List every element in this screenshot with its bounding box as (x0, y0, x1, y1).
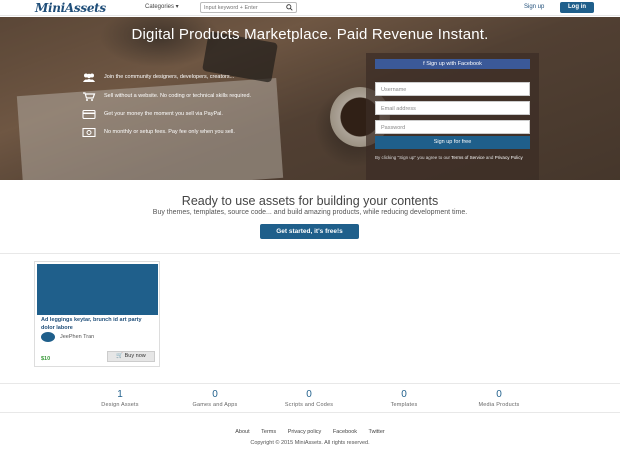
site-logo[interactable]: MiniAssets (35, 1, 106, 15)
search-box[interactable] (200, 2, 297, 13)
avatar (41, 332, 55, 342)
facebook-signup-button[interactable]: f Sign up with Facebook (375, 59, 530, 69)
stat-design-assets[interactable]: 1 Design Assets (70, 389, 170, 408)
ready-title: Ready to use assets for building your co… (0, 194, 620, 208)
product-author[interactable]: JeePhen Tran (60, 334, 94, 340)
money-icon (82, 128, 96, 137)
signup-submit-button[interactable]: Sign up for free (375, 136, 530, 149)
divider (0, 412, 620, 413)
search-icon[interactable] (286, 4, 293, 11)
product-price: $10 (41, 356, 50, 362)
product-card[interactable]: Ad leggings keytar, brunch id art party … (34, 261, 160, 367)
footer-links: About Terms Privacy policy Facebook Twit… (0, 429, 620, 435)
hero-section: Digital Products Marketplace. Paid Reven… (0, 17, 620, 180)
stat-games-apps[interactable]: 0 Games and Apps (165, 389, 265, 408)
privacy-link[interactable]: Privacy Policy (495, 155, 523, 160)
copyright: Copyright © 2015 MiniAssets. All rights … (0, 440, 620, 446)
footer-link-terms[interactable]: Terms (261, 429, 276, 435)
footer-link-twitter[interactable]: Twitter (369, 429, 385, 435)
footer-link-privacy[interactable]: Privacy policy (288, 429, 322, 435)
community-icon (82, 73, 96, 82)
username-field[interactable]: Username (375, 82, 530, 96)
terms-link[interactable]: Terms of Service (451, 155, 485, 160)
signup-link[interactable]: Sign up (524, 4, 544, 10)
cart-icon (82, 92, 96, 101)
terms-notice: By clicking "Sign up" you agree to our T… (375, 154, 530, 161)
divider (0, 383, 620, 384)
login-button[interactable]: Log in (560, 2, 594, 13)
signup-form: f Sign up with Facebook Username Email a… (366, 53, 539, 180)
footer-link-facebook[interactable]: Facebook (333, 429, 357, 435)
search-input[interactable] (204, 3, 284, 12)
product-thumbnail[interactable] (37, 264, 158, 315)
footer-link-about[interactable]: About (235, 429, 249, 435)
stat-media-products[interactable]: 0 Media Products (449, 389, 549, 408)
categories-dropdown[interactable]: Categories ▾ (145, 3, 179, 10)
buy-now-button[interactable]: 🛒 Buy now (107, 351, 155, 362)
divider (0, 253, 620, 254)
get-started-button[interactable]: Get started, it's free!s (260, 224, 359, 239)
card-icon (82, 110, 96, 119)
hero-title: Digital Products Marketplace. Paid Reven… (0, 26, 620, 43)
ready-subtitle: Buy themes, templates, source code... an… (0, 209, 620, 216)
password-field[interactable]: Password (375, 120, 530, 134)
email-field[interactable]: Email address (375, 101, 530, 115)
product-title[interactable]: Ad leggings keytar, brunch id art party … (41, 317, 156, 332)
stat-templates[interactable]: 0 Templates (354, 389, 454, 408)
navbar: MiniAssets Categories ▾ Sign up Log in (0, 0, 620, 16)
stat-scripts-codes[interactable]: 0 Scripts and Codes (259, 389, 359, 408)
